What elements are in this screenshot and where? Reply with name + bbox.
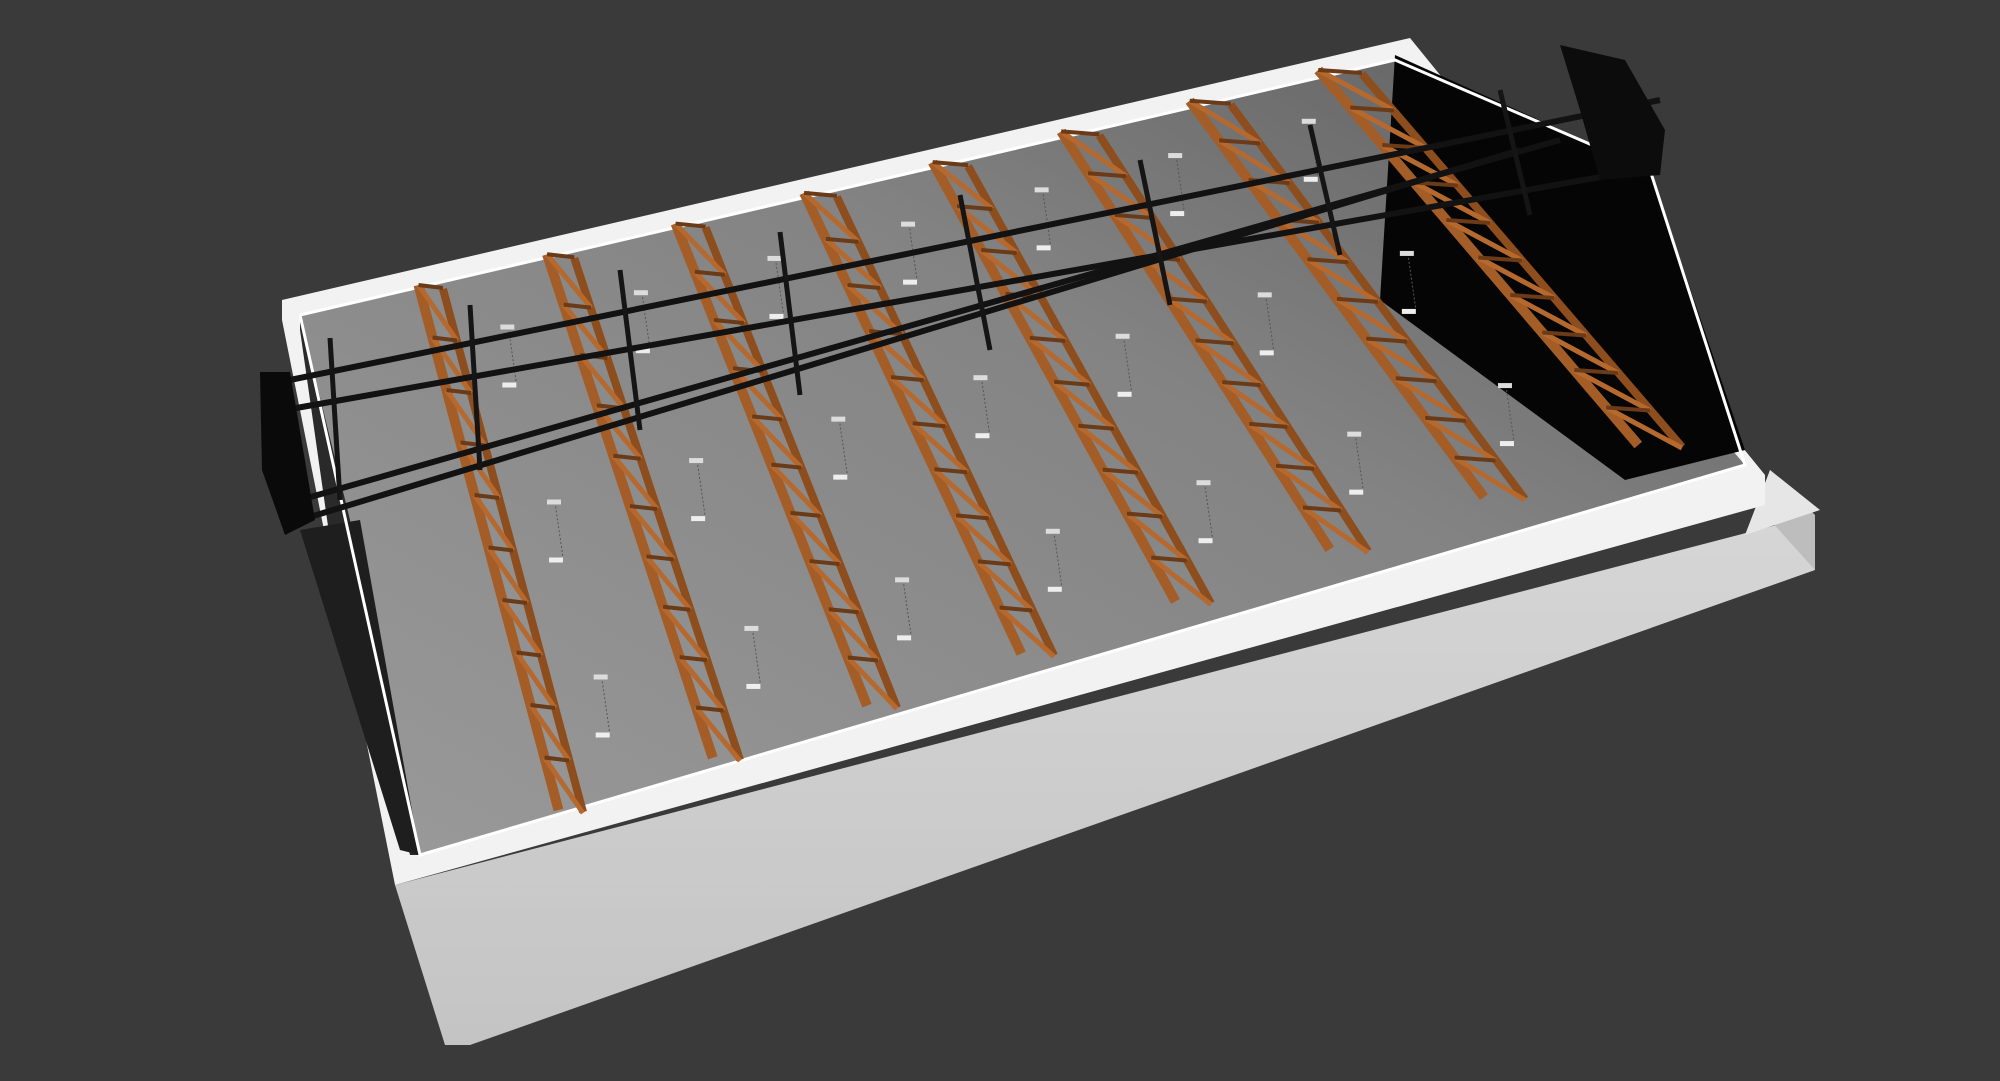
warehouse-roof-truss-model (260, 38, 1820, 1045)
3d-viewport[interactable] (0, 0, 2000, 1081)
